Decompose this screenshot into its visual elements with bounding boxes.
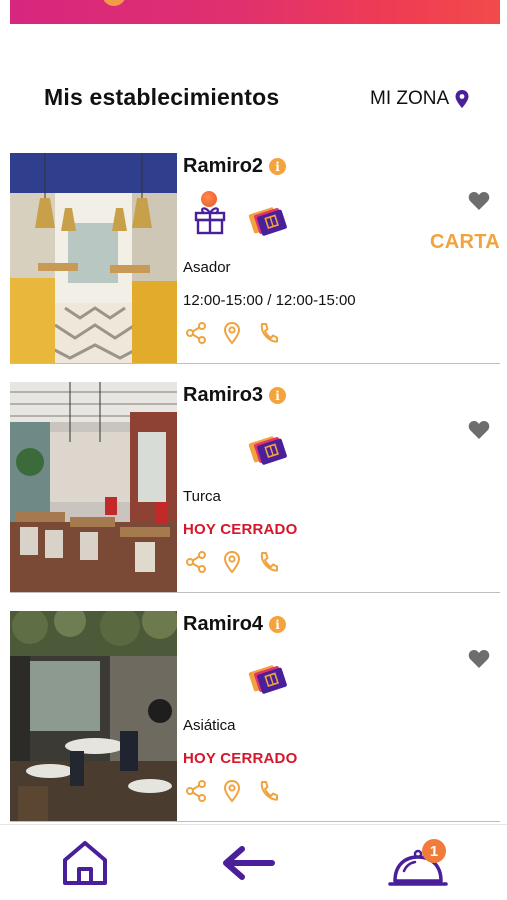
top-banner bbox=[10, 0, 500, 24]
location-pin-icon[interactable] bbox=[221, 779, 243, 803]
share-icon[interactable] bbox=[185, 779, 207, 803]
closed-status: HOY CERRADO bbox=[183, 521, 298, 538]
phone-icon[interactable] bbox=[257, 550, 279, 574]
establishment-name: Ramiro2 bbox=[183, 155, 264, 177]
favorite-heart-icon[interactable] bbox=[468, 649, 490, 669]
page-header: Mis establecimientos MI ZONA bbox=[0, 84, 507, 118]
home-icon[interactable] bbox=[60, 839, 110, 887]
establishment-category: Asiática bbox=[183, 717, 236, 734]
location-pin-icon[interactable] bbox=[221, 321, 243, 345]
establishment-card[interactable]: Ramiro4 i Asiática HOY CERRADO bbox=[10, 611, 500, 822]
my-zone-label: MI ZONA bbox=[370, 88, 450, 109]
gift-cards-icon[interactable] bbox=[247, 432, 287, 466]
phone-icon[interactable] bbox=[257, 779, 279, 803]
establishment-category: Asador bbox=[183, 259, 231, 276]
notification-badge: 1 bbox=[422, 839, 446, 863]
establishment-photo bbox=[10, 153, 177, 363]
card-actions bbox=[185, 321, 279, 345]
favorite-heart-icon[interactable] bbox=[468, 420, 490, 440]
favorite-heart-icon[interactable] bbox=[468, 191, 490, 211]
share-icon[interactable] bbox=[185, 550, 207, 574]
opening-hours: 12:00-15:00 / 12:00-15:00 bbox=[183, 292, 356, 309]
info-icon[interactable]: i bbox=[269, 616, 287, 633]
establishment-card[interactable]: Ramiro2 i CARTA Asador 12:00-15:00 / 12:… bbox=[10, 153, 500, 364]
menu-carta-button[interactable]: CARTA bbox=[430, 231, 500, 254]
info-icon[interactable]: i bbox=[269, 158, 287, 175]
share-icon[interactable] bbox=[185, 321, 207, 345]
card-actions bbox=[185, 550, 279, 574]
gift-icon[interactable] bbox=[193, 191, 227, 235]
closed-status: HOY CERRADO bbox=[183, 750, 298, 767]
establishment-name: Ramiro3 bbox=[183, 384, 264, 406]
establishment-name: Ramiro4 bbox=[183, 613, 264, 635]
establishment-photo bbox=[10, 382, 177, 592]
establishment-photo bbox=[10, 611, 177, 821]
info-icon[interactable]: i bbox=[269, 387, 287, 404]
page-title: Mis establecimientos bbox=[44, 84, 280, 110]
gift-cards-icon[interactable] bbox=[247, 661, 287, 695]
location-pin-icon bbox=[455, 90, 469, 108]
location-pin-icon[interactable] bbox=[221, 550, 243, 574]
gift-cards-icon[interactable] bbox=[247, 203, 287, 237]
establishment-card[interactable]: Ramiro3 i Turca HOY CERRADO bbox=[10, 382, 500, 593]
phone-icon[interactable] bbox=[257, 321, 279, 345]
banner-logo-fragment bbox=[102, 0, 126, 6]
establishment-name-row: Ramiro2 i bbox=[183, 155, 287, 178]
card-actions bbox=[185, 779, 279, 803]
establishment-name-row: Ramiro4 i bbox=[183, 613, 287, 636]
back-arrow-icon[interactable] bbox=[220, 845, 276, 881]
establishment-name-row: Ramiro3 i bbox=[183, 384, 287, 407]
my-zone-button[interactable]: MI ZONA bbox=[370, 88, 469, 110]
establishment-category: Turca bbox=[183, 488, 221, 505]
